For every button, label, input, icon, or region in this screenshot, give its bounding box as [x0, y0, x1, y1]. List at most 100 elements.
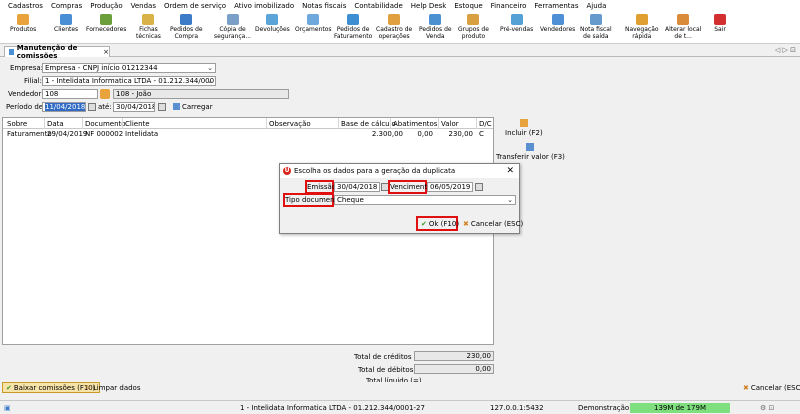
- chevron-down-icon[interactable]: ⌄: [207, 77, 213, 85]
- tab-close-icon[interactable]: ×: [103, 48, 109, 56]
- transferir-button[interactable]: Transferir valor (F3): [496, 143, 565, 161]
- toolbar-label: Fichas técnicas: [136, 26, 161, 40]
- vencimento-input[interactable]: 06/05/2019: [427, 182, 473, 192]
- periodo-de-value: 11/04/2018: [45, 103, 86, 111]
- debitos-value: 0,00: [414, 364, 494, 374]
- dialog-cancel-button[interactable]: ✖ Cancelar (ESC): [460, 218, 526, 229]
- menu-item[interactable]: Vendas: [131, 2, 156, 10]
- menu-item[interactable]: Cadastros: [8, 2, 43, 10]
- ok-button[interactable]: ✔ Ok (F10): [418, 218, 462, 229]
- column-header[interactable]: Abatimentos: [393, 120, 437, 128]
- menu-item[interactable]: Help Desk: [411, 2, 447, 10]
- toolbar-button[interactable]: Produtos: [10, 12, 36, 44]
- table-cell: NF 000002: [85, 130, 124, 138]
- menu-item[interactable]: Estoque: [454, 2, 482, 10]
- tab-manutencao-comissoes[interactable]: Manutenção de comissões ×: [4, 44, 110, 60]
- sheet-icon: [142, 14, 155, 25]
- toolbar-button[interactable]: Cadastro de operações: [376, 12, 412, 44]
- toolbar-label: Clientes: [54, 26, 79, 33]
- calendar-icon[interactable]: [158, 103, 166, 111]
- column-header[interactable]: D/C: [479, 120, 492, 128]
- cancel-icon: ✖: [743, 383, 749, 392]
- toolbar-button[interactable]: Pedidos de Compra: [170, 12, 203, 44]
- liquido-label: Total líquido (=): [366, 377, 422, 382]
- empresa-value: Empresa - CNPJ início 01212344: [45, 64, 158, 72]
- column-header[interactable]: Data: [47, 120, 64, 128]
- ate-label: até:: [98, 103, 112, 111]
- toolbar-label: Alterar local de t...: [665, 26, 702, 40]
- menu-item[interactable]: Ordem de serviço: [164, 2, 226, 10]
- toolbar-button[interactable]: Orçamentos: [295, 12, 332, 44]
- close-icon[interactable]: ✕: [506, 166, 514, 176]
- vendedor-code-input[interactable]: 108: [42, 89, 98, 99]
- emissao-input[interactable]: 30/04/2018: [334, 182, 380, 192]
- status-bar: ▣ 1 - Intelidata Informatica LTDA - 01.2…: [0, 400, 800, 414]
- toolbar-label: Orçamentos: [295, 26, 332, 33]
- toolbar-button[interactable]: Fichas técnicas: [136, 12, 161, 44]
- menu-item[interactable]: Ferramentas: [534, 2, 578, 10]
- check-icon: ✔: [6, 383, 12, 392]
- toolbar-button[interactable]: Pedidos de Venda: [419, 12, 452, 44]
- calendar-icon[interactable]: [475, 183, 483, 191]
- column-header[interactable]: Base de cálculo: [341, 120, 396, 128]
- cancelar-label: Cancelar (ESC): [750, 383, 800, 392]
- chevron-down-icon[interactable]: ⌄: [507, 196, 513, 204]
- periodo-de-input[interactable]: 11/04/2018: [42, 102, 86, 112]
- filial-value: 1 - Intelidata Informatica LTDA - 01.212…: [45, 77, 216, 85]
- toolbar-button[interactable]: Fornecedores: [86, 12, 126, 44]
- toolbar-button[interactable]: Clientes: [54, 12, 78, 44]
- toolbar-button[interactable]: Cópia de segurança...: [214, 12, 251, 44]
- app-logo-icon: U: [283, 167, 291, 175]
- tab-nav-arrows[interactable]: ◁ ▷ ⊡: [775, 46, 796, 54]
- column-header[interactable]: Valor: [441, 120, 459, 128]
- table-cell: Faturamento: [7, 130, 52, 138]
- menu-item[interactable]: Financeiro: [491, 2, 527, 10]
- vendedor-name-field: 108 - João: [113, 89, 289, 99]
- tipo-select[interactable]: Cheque ⌄: [334, 195, 516, 205]
- toolbar-label: Devoluções: [255, 26, 290, 33]
- toolbar-button[interactable]: Grupos de produto: [458, 12, 489, 44]
- seller-icon: [551, 14, 564, 25]
- search-vendedor-icon[interactable]: [100, 89, 110, 99]
- menu-item[interactable]: Compras: [51, 2, 82, 10]
- column-header[interactable]: Sobre: [7, 120, 27, 128]
- periodo-ate-input[interactable]: 30/04/2018: [113, 102, 155, 112]
- toolbar-label: Pedidos de Compra: [170, 26, 203, 40]
- toolbar-label: Sair: [714, 26, 726, 33]
- tab-title: Manutenção de comissões: [16, 44, 78, 60]
- dialog-title: Escolha os dados para a geração da dupli…: [294, 167, 456, 175]
- calendar-icon[interactable]: [88, 103, 96, 111]
- limpar-dados-button[interactable]: ✎ Limpar dados: [82, 382, 143, 393]
- menu-item[interactable]: Ativo imobilizado: [234, 2, 294, 10]
- toolbar-button[interactable]: Nota fiscal de saída: [580, 12, 612, 44]
- table-row[interactable]: Faturamento 29/04/2019 NF 000002 Intelidata…: [3, 130, 493, 140]
- filial-select[interactable]: 1 - Intelidata Informatica LTDA - 01.212…: [42, 76, 216, 86]
- column-header[interactable]: Documento: [85, 120, 126, 128]
- toolbar-button[interactable]: Devoluções: [255, 12, 290, 44]
- column-header[interactable]: Cliente: [125, 120, 150, 128]
- carregar-button[interactable]: Carregar: [170, 101, 216, 112]
- menu-item[interactable]: Contabilidade: [354, 2, 402, 10]
- column-header[interactable]: Observação: [269, 120, 311, 128]
- toolbar-label: Pré-vendas: [500, 26, 534, 33]
- table-cell: 230,00: [448, 130, 474, 138]
- periodo-label: Período de:: [6, 103, 46, 111]
- cancelar-button[interactable]: ✖ Cancelar (ESC): [740, 382, 800, 393]
- menu-item[interactable]: Produção: [90, 2, 122, 10]
- quote-icon: [307, 14, 320, 25]
- toolbar-label: Cópia de segurança...: [214, 26, 252, 40]
- toolbar-button[interactable]: Navegação rápida: [625, 12, 659, 44]
- empresa-select[interactable]: Empresa - CNPJ início 01212344 ⌄: [42, 63, 216, 73]
- navigation-icon: [635, 14, 648, 25]
- toolbar-button[interactable]: Sair: [714, 12, 726, 44]
- toolbar-button[interactable]: Alterar local de t...: [665, 12, 701, 44]
- menu-item[interactable]: Ajuda: [587, 2, 607, 10]
- toolbar-button[interactable]: Pré-vendas: [500, 12, 533, 44]
- chevron-down-icon[interactable]: ⌄: [207, 64, 213, 72]
- status-user: Demonstração: [578, 404, 630, 412]
- menu-item[interactable]: Notas fiscais: [302, 2, 346, 10]
- toolbar: Produtos Clientes Fornecedores Fichas técni…: [0, 12, 800, 44]
- toolbar-button[interactable]: Vendedores: [540, 12, 575, 44]
- toolbar-button[interactable]: Pedidos de Faturamento: [334, 12, 372, 44]
- incluir-button[interactable]: Incluir (F2): [505, 119, 543, 137]
